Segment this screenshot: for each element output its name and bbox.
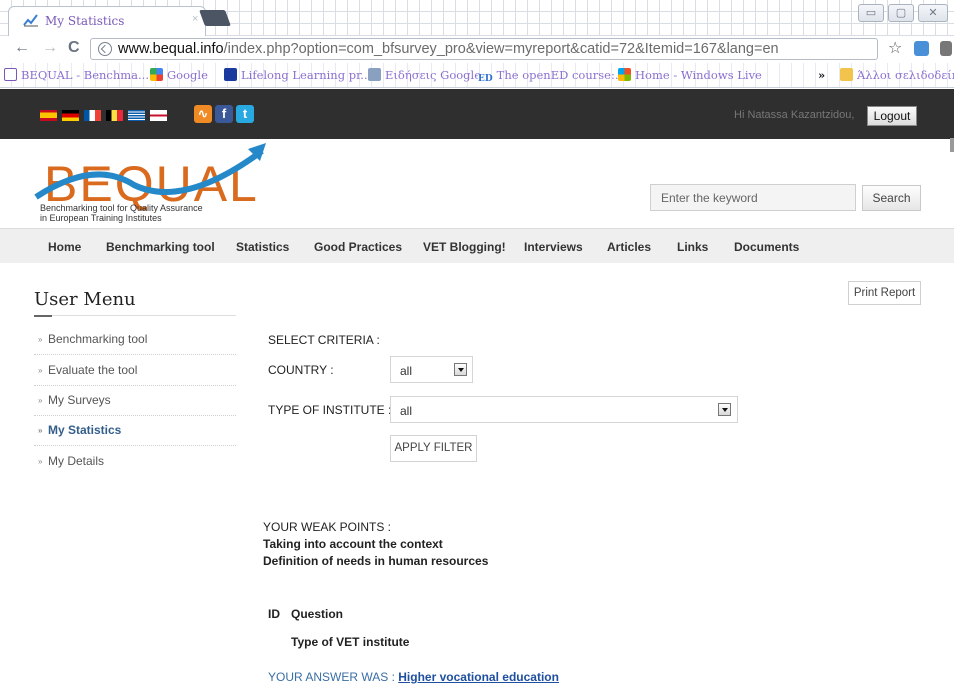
germany-flag-icon[interactable] [62,110,79,121]
minimize-window-icon[interactable]: ▭ [858,4,884,22]
bookmark-google[interactable]: Google [150,68,208,82]
greece-flag-icon[interactable] [128,110,145,121]
bookmark-google-news[interactable]: Ειδήσεις Google [368,68,481,82]
chevron-down-icon[interactable] [718,403,731,416]
country-select-value: all [400,364,413,378]
chart-favicon-icon [4,68,17,81]
nav-good-practices[interactable]: Good Practices [314,240,402,254]
reload-icon[interactable]: C [68,39,80,57]
table-header-question: Question [291,607,344,621]
weak-points-title: YOUR WEAK POINTS : [263,520,392,534]
nav-vet-blogging[interactable]: VET Blogging! [423,240,506,254]
news-icon [368,68,381,81]
nav-articles[interactable]: Articles [607,240,651,254]
institute-type-label: TYPE OF INSTITUTE : [268,403,392,417]
rss-icon[interactable]: ∿ [194,105,212,123]
sidebar-item-benchmarking-tool[interactable]: Benchmarking tool [34,324,236,355]
site-topbar: ∿ f t Hi Natassa Kazantzidou, Logout [0,89,954,139]
weak-point-item: Taking into account the context [263,537,443,551]
windows-icon [618,68,631,81]
scrollbar-thumb[interactable] [950,138,954,152]
user-menu-divider [34,315,236,317]
sidebar-item-evaluate-the-tool[interactable]: Evaluate the tool [34,355,236,386]
sidebar-item-my-statistics[interactable]: My Statistics [34,415,236,446]
url-text: www.bequal.info/index.php?option=com_bfs… [118,41,779,57]
maximize-window-icon[interactable]: ▢ [888,4,914,22]
other-bookmarks-folder[interactable]: Άλλοι σελιδοδείκτες [840,68,954,82]
bookmark-opened-course[interactable]: ED The openED course:... [478,68,626,87]
belgium-flag-icon[interactable] [106,110,123,121]
bookmark-lifelong-learning[interactable]: Lifelong Learning pr... [224,68,371,82]
nav-home[interactable]: Home [48,240,81,254]
chart-favicon-icon [23,14,38,27]
country-select[interactable]: all [390,356,473,383]
institute-type-select-value: all [400,404,413,418]
google-icon [150,68,163,81]
browser-toolbar: ← → C www.bequal.info/index.php?option=c… [0,36,954,63]
sidebar-item-my-surveys[interactable]: My Surveys [34,385,236,416]
select-criteria-label: SELECT CRITERIA : [268,333,380,347]
bookmarks-overflow-icon[interactable]: » [818,68,825,82]
extension-icon[interactable] [914,41,929,56]
close-window-icon[interactable]: ✕ [918,4,948,22]
wrench-icon[interactable] [940,41,952,56]
browser-tabstrip: My Statistics × ▭ ▢ ✕ [0,0,954,36]
chevron-down-icon[interactable] [454,363,467,376]
bequal-logo[interactable]: BEQUAL Benchmarking tool for Quality Ass… [34,139,269,228]
address-bar[interactable]: www.bequal.info/index.php?option=com_bfs… [90,38,878,60]
tab-title: My Statistics [45,14,125,28]
opened-icon: ED [478,74,493,87]
bookmarks-bar: BEQUAL - Benchma... Google Lifelong Lear… [0,63,954,88]
eu-flag-icon [224,68,237,81]
search-input[interactable]: Enter the keyword [650,184,856,211]
bookmark-star-icon[interactable]: ☆ [888,38,902,58]
uk-flag-icon[interactable] [150,110,167,121]
user-greeting: Hi Natassa Kazantzidou, [734,109,855,121]
nav-benchmarking-tool[interactable]: Benchmarking tool [106,240,215,254]
institute-type-select[interactable]: all [390,396,738,423]
france-flag-icon[interactable] [84,110,101,121]
tab-close-icon[interactable]: × [192,13,198,25]
nav-statistics[interactable]: Statistics [236,240,289,254]
apply-filter-button[interactable]: APPLY FILTER [390,435,477,462]
user-menu-title: User Menu [34,289,136,310]
sidebar-item-my-details[interactable]: My Details [34,446,236,477]
new-tab-button[interactable] [199,10,231,26]
table-header-id: ID [268,607,280,621]
nav-documents[interactable]: Documents [734,240,799,254]
logo-tagline: Benchmarking tool for Quality Assurance … [40,203,203,223]
search-button[interactable]: Search [862,185,921,211]
bookmark-windows-live[interactable]: Home - Windows Live [618,68,762,82]
country-label: COUNTRY : [268,363,334,377]
spain-flag-icon[interactable] [40,110,57,121]
folder-icon [840,68,853,81]
bookmark-bequal[interactable]: BEQUAL - Benchma... [4,68,149,82]
logout-button[interactable]: Logout [867,106,917,126]
twitter-icon[interactable]: t [236,105,254,123]
url-path: /index.php?option=com_bfsurvey_pro&view=… [223,41,779,57]
main-navigation: Home Benchmarking tool Statistics Good P… [0,228,954,263]
forward-arrow-icon[interactable]: → [42,39,58,57]
back-arrow-icon[interactable]: ← [14,39,30,57]
weak-point-item: Definition of needs in human resources [263,554,489,568]
nav-links[interactable]: Links [677,240,708,254]
print-report-button[interactable]: Print Report [848,281,921,305]
facebook-icon[interactable]: f [215,105,233,123]
page-info-icon[interactable] [98,42,112,56]
question-text: Type of VET institute [291,635,410,649]
nav-interviews[interactable]: Interviews [524,240,583,254]
browser-tab[interactable]: My Statistics × [8,6,206,36]
url-domain: www.bequal.info [118,41,224,57]
logo-arrow-icon [34,143,266,200]
